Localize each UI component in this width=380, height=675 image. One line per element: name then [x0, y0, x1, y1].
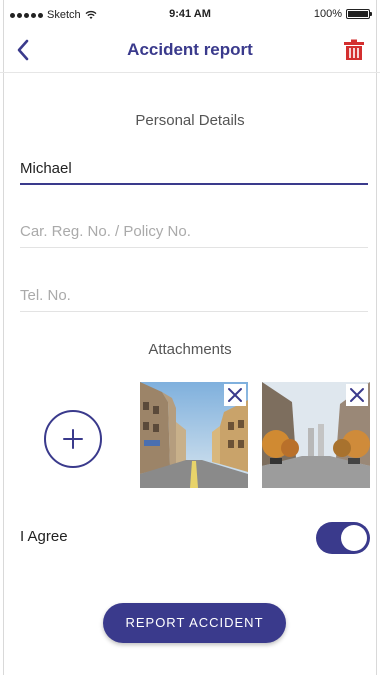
- status-bar: Sketch 9:41 AM 100%: [0, 0, 380, 28]
- agree-label: I Agree: [20, 528, 68, 545]
- nav-bar: Accident report: [0, 28, 380, 72]
- reg-policy-input[interactable]: [20, 216, 368, 246]
- phone-frame: [3, 0, 377, 675]
- close-icon: [228, 388, 242, 402]
- tel-underline: [20, 311, 368, 312]
- attachments-title: Attachments: [148, 341, 232, 358]
- plus-icon: [63, 429, 83, 449]
- attachment-thumbnail[interactable]: [140, 382, 248, 488]
- agree-toggle[interactable]: [316, 522, 370, 554]
- name-field: [20, 153, 368, 185]
- tel-input[interactable]: [20, 280, 368, 310]
- toggle-knob: [341, 525, 367, 551]
- attachment-thumbnail[interactable]: [262, 382, 370, 488]
- battery-percent: 100%: [313, 8, 342, 20]
- report-accident-button[interactable]: REPORT ACCIDENT: [103, 603, 286, 643]
- trash-icon: [344, 39, 364, 60]
- tel-field: [20, 280, 368, 312]
- close-icon: [350, 388, 364, 402]
- name-underline: [20, 183, 368, 185]
- nav-divider: [0, 72, 380, 73]
- reg-policy-field: [20, 216, 368, 248]
- delete-button[interactable]: [342, 38, 366, 62]
- name-input[interactable]: [20, 153, 368, 183]
- add-attachment-button[interactable]: [44, 410, 102, 468]
- battery-icon: [346, 9, 372, 19]
- remove-attachment-button[interactable]: [224, 384, 246, 406]
- page-title: Accident report: [127, 40, 253, 59]
- battery-status: 100%: [313, 8, 372, 20]
- reg-policy-underline: [20, 247, 368, 248]
- personal-details-title: Personal Details: [135, 112, 245, 129]
- remove-attachment-button[interactable]: [346, 384, 368, 406]
